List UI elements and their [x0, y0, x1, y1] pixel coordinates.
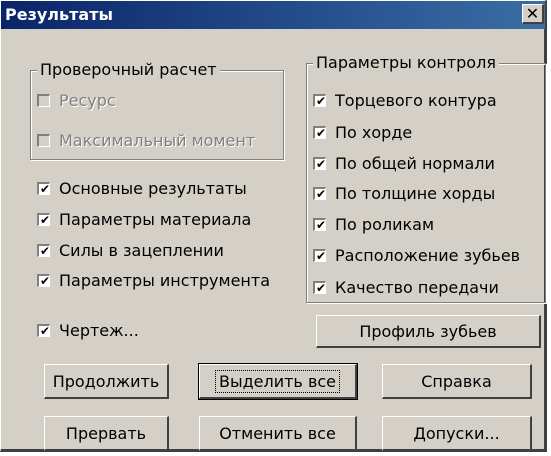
checkmark-icon: ✔: [40, 243, 51, 258]
checkbox-option-3[interactable]: ✔ Параметры инструмента: [37, 269, 270, 291]
verification-group-title: Проверочный расчет: [37, 60, 220, 79]
checkbox-max-moment[interactable]: Максимальный момент: [37, 129, 255, 151]
title-bar[interactable]: Результаты ✕: [1, 1, 545, 29]
checkbox-control-4[interactable]: ✔ По роликам: [313, 213, 434, 235]
help-button[interactable]: Справка: [382, 364, 532, 399]
checkbox-control-3[interactable]: ✔ По толщине хорды: [313, 182, 495, 204]
deselect-all-button-label: Отменить все: [219, 423, 336, 443]
checkbox-label: Параметры материала: [59, 209, 252, 229]
checkbox-option-2[interactable]: ✔ Силы в зацеплении: [37, 239, 224, 261]
checkbox-box: ✔: [313, 248, 327, 263]
checkbox-box: ✔: [37, 212, 51, 227]
checkbox-label: Ресурс: [59, 90, 116, 110]
checkbox-box: ✔: [313, 186, 327, 201]
checkbox-option-4[interactable]: ✔ Чертеж...: [37, 319, 139, 341]
control-params-group-title: Параметры контроля: [313, 53, 499, 72]
checkbox-label: Торцевого контура: [335, 90, 497, 110]
checkbox-control-2[interactable]: ✔ По общей нормали: [313, 152, 495, 174]
checkbox-control-6[interactable]: ✔ Качество передачи: [313, 276, 499, 298]
checkbox-option-1[interactable]: ✔ Параметры материала: [37, 208, 251, 230]
checkbox-label: Максимальный момент: [59, 130, 256, 150]
checkbox-box: ✔: [313, 280, 327, 295]
checkmark-icon: ✔: [316, 280, 327, 295]
checkbox-box: ✔: [37, 181, 51, 196]
select-all-button-label: Выделить все: [214, 369, 341, 393]
window-title: Результаты: [5, 5, 113, 24]
checkbox-control-1[interactable]: ✔ По хорде: [313, 121, 412, 143]
close-icon: ✕: [525, 4, 540, 23]
checkbox-label: Силы в зацеплении: [59, 240, 224, 260]
tooth-profile-button[interactable]: Профиль зубьев: [316, 315, 541, 348]
tolerances-button-label: Допуски...: [413, 423, 500, 443]
tooth-profile-button-label: Профиль зубьев: [359, 321, 497, 341]
checkbox-label: Параметры инструмента: [59, 270, 271, 290]
checkbox-label: Качество передачи: [335, 277, 499, 297]
checkbox-box: ✔: [313, 217, 327, 232]
checkbox-resource[interactable]: Ресурс: [37, 89, 116, 111]
checkbox-box: ✔: [37, 323, 51, 338]
checkbox-label: Чертеж...: [59, 320, 139, 340]
checkmark-icon: ✔: [316, 186, 327, 201]
checkmark-icon: ✔: [316, 217, 327, 232]
checkbox-label: По роликам: [335, 214, 435, 234]
checkbox-box: ✔: [37, 273, 51, 288]
results-dialog: Результаты ✕ Проверочный расчет Ресурс М…: [0, 0, 547, 452]
abort-button-label: Прервать: [65, 423, 147, 443]
checkbox-label: Расположение зубьев: [335, 245, 521, 265]
help-button-label: Справка: [421, 371, 492, 391]
checkbox-label: По общей нормали: [335, 153, 495, 173]
continue-button[interactable]: Продолжить: [44, 364, 169, 399]
checkbox-control-0[interactable]: ✔ Торцевого контура: [313, 89, 497, 111]
tolerances-button[interactable]: Допуски...: [382, 416, 532, 451]
checkbox-box: ✔: [37, 243, 51, 258]
checkbox-box: ✔: [313, 156, 327, 171]
checkbox-option-0[interactable]: ✔ Основные результаты: [37, 177, 247, 199]
checkbox-label: По хорде: [335, 122, 413, 142]
checkbox-control-5[interactable]: ✔ Расположение зубьев: [313, 244, 520, 266]
abort-button[interactable]: Прервать: [44, 416, 169, 451]
checkbox-box: [37, 93, 50, 107]
checkbox-box: [37, 133, 50, 147]
checkmark-icon: ✔: [40, 323, 51, 338]
deselect-all-button[interactable]: Отменить все: [199, 416, 357, 451]
checkbox-box: ✔: [313, 125, 327, 140]
close-button[interactable]: ✕: [522, 4, 544, 24]
checkmark-icon: ✔: [40, 212, 51, 227]
checkbox-label: Основные результаты: [59, 178, 247, 198]
continue-button-label: Продолжить: [52, 371, 160, 391]
checkbox-box: ✔: [313, 93, 327, 108]
checkmark-icon: ✔: [316, 156, 327, 171]
select-all-button[interactable]: Выделить все: [198, 363, 358, 400]
checkmark-icon: ✔: [40, 273, 51, 288]
checkmark-icon: ✔: [316, 248, 327, 263]
checkmark-icon: ✔: [316, 125, 327, 140]
checkmark-icon: ✔: [40, 181, 51, 196]
checkmark-icon: ✔: [316, 93, 327, 108]
checkbox-label: По толщине хорды: [335, 183, 496, 203]
